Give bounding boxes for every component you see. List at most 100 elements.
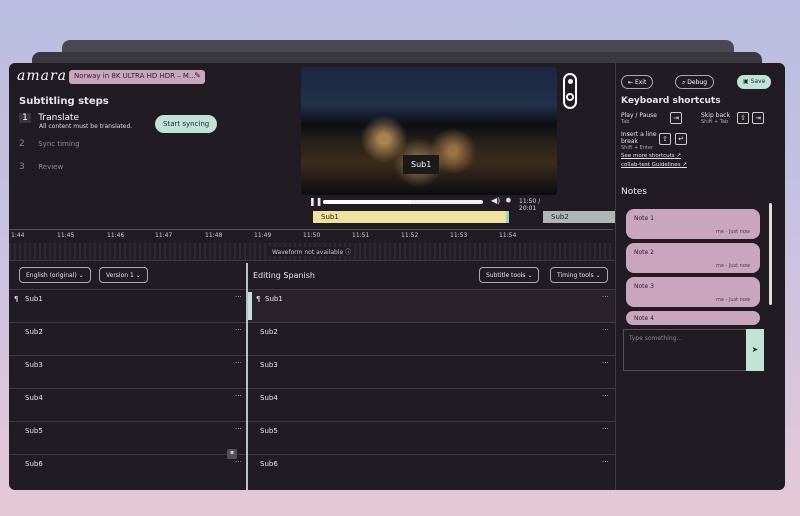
translation-row[interactable]: Sub5 ··· [248, 421, 615, 454]
shift-key-icon: ⇧ [659, 133, 671, 145]
step-label: Translate [38, 113, 80, 123]
scroll-handle-icon[interactable]: ▪ [227, 449, 237, 459]
more-icon[interactable]: ··· [235, 458, 242, 466]
original-row[interactable]: Sub6 ··· [9, 454, 246, 487]
more-icon[interactable]: ··· [602, 392, 609, 400]
timeline-subtitle-block[interactable]: Sub1 [313, 211, 509, 223]
step-description: All content must be translated. [39, 123, 133, 130]
pane-divider[interactable] [246, 263, 248, 490]
paragraph-icon: ¶ [256, 295, 261, 303]
note-card[interactable]: Note 1 me - Just now [626, 209, 760, 239]
original-row[interactable]: Sub5 ··· [9, 421, 246, 454]
step-sync-timing[interactable]: 2 Sync timing [19, 139, 80, 149]
timing-tools-dropdown[interactable]: Timing tools ⌄ [550, 267, 608, 283]
note-card[interactable]: Note 3 me - Just now [626, 277, 760, 307]
translation-row[interactable]: Sub4 ··· [248, 388, 615, 421]
step-number: 2 [19, 139, 25, 149]
row-text: Sub2 [25, 328, 43, 336]
note-card[interactable]: Note 2 me - Just now [626, 243, 760, 273]
video-title-pill[interactable]: Norway in 8K ULTRA HD HDR – M... ✎ [69, 70, 205, 84]
more-icon[interactable]: ··· [235, 293, 242, 301]
original-row[interactable]: Sub4 ··· [9, 388, 246, 421]
version-value: Version 1 [106, 272, 134, 279]
step-translate[interactable]: 1 Translate All content must be translat… [19, 113, 132, 130]
more-icon[interactable]: ··· [602, 458, 609, 466]
timeline-ruler[interactable]: 1:44 11:45 11:46 11:47 11:48 11:49 11:50… [9, 229, 613, 241]
send-icon[interactable]: ➤ [746, 329, 764, 371]
more-icon[interactable]: ··· [602, 425, 609, 433]
edit-icon: ✎ [194, 71, 201, 80]
row-input[interactable]: Sub6 [260, 460, 278, 468]
row-input[interactable]: Sub1 [265, 295, 283, 303]
editor-window: amara Norway in 8K ULTRA HD HDR – M... ✎… [9, 63, 785, 490]
video-caption: Sub1 [403, 155, 440, 174]
translation-row[interactable]: Sub6 ··· [248, 454, 615, 487]
translation-row[interactable]: ¶ Sub1 ··· [248, 289, 615, 322]
waveform: Waveform not available ⓘ [9, 243, 613, 261]
note-card[interactable]: Note 4 [626, 311, 760, 325]
video-player[interactable]: Sub1 [301, 67, 557, 195]
shortcut-label: Play / Pause [621, 112, 657, 119]
shortcut-label: Insert a line break [621, 131, 657, 145]
more-icon[interactable]: ··· [602, 359, 609, 367]
progress-bar[interactable] [323, 200, 483, 204]
guidelines-link[interactable]: collab-test Guidelines ↗ [621, 162, 687, 168]
more-icon[interactable]: ··· [235, 392, 242, 400]
note-meta: me - Just now [715, 297, 750, 303]
gear-icon[interactable]: ✹ [505, 196, 512, 205]
shortcut-line-break: Insert a line break Shift + Enter [621, 131, 661, 151]
timeline-subtitle-block[interactable]: Sub2 [543, 211, 615, 223]
ruler-tick: 1:44 [11, 232, 25, 239]
pause-icon[interactable]: ❚❚ [309, 197, 322, 206]
row-input[interactable]: Sub5 [260, 427, 278, 435]
ruler-tick: 11:51 [352, 232, 370, 239]
waveform-message: Waveform not available ⓘ [269, 247, 355, 256]
start-syncing-button[interactable]: Start syncing [155, 115, 218, 133]
ruler-tick: 11:50 [303, 232, 321, 239]
note-input[interactable]: Type something... [623, 329, 763, 371]
progress-fill [323, 200, 411, 204]
more-icon[interactable]: ··· [235, 425, 242, 433]
tab-key-icon: ⇥ [752, 112, 764, 124]
note-meta: me - Just now [715, 263, 750, 269]
row-input[interactable]: Sub2 [260, 328, 278, 336]
amara-logo: amara [17, 68, 68, 84]
more-shortcuts-link[interactable]: See more shortcuts ↗ [621, 153, 681, 159]
language-dropdown[interactable]: English (original) ⌄ [19, 267, 91, 283]
original-row[interactable]: Sub3 ··· [9, 355, 246, 388]
tab-key-icon: ⇥ [670, 112, 682, 124]
shortcut-label: Skip back [701, 112, 730, 119]
divider [9, 260, 615, 261]
ruler-tick: 11:53 [450, 232, 468, 239]
row-text: Sub5 [25, 427, 43, 435]
shortcut-key: Shift + Enter [621, 145, 654, 151]
timing-tools-label: Timing tools [557, 272, 594, 279]
row-input[interactable]: Sub4 [260, 394, 278, 402]
shift-key-icon: ⇧ [737, 112, 749, 124]
language-value: English (original) [26, 272, 77, 279]
layout-toggle[interactable] [563, 73, 577, 109]
note-meta: me - Just now [715, 229, 750, 235]
notes-scrollbar[interactable] [769, 203, 772, 305]
ruler-tick: 11:45 [57, 232, 75, 239]
version-dropdown[interactable]: Version 1 ⌄ [99, 267, 148, 283]
translation-row[interactable]: Sub2 ··· [248, 322, 615, 355]
original-row[interactable]: ¶ Sub1 ··· [9, 289, 246, 322]
row-text: Sub1 [25, 295, 43, 303]
subtitle-tools-dropdown[interactable]: Subtitle tools ⌄ [479, 267, 540, 283]
notes-title: Notes [621, 187, 647, 197]
step-number: 3 [19, 162, 25, 172]
step-review[interactable]: 3 Review [19, 162, 63, 172]
volume-icon[interactable]: ◀) [491, 196, 500, 205]
more-icon[interactable]: ··· [602, 326, 609, 334]
translation-row[interactable]: Sub3 ··· [248, 355, 615, 388]
more-icon[interactable]: ··· [235, 326, 242, 334]
more-icon[interactable]: ··· [602, 293, 609, 301]
more-icon[interactable]: ··· [235, 359, 242, 367]
row-input[interactable]: Sub3 [260, 361, 278, 369]
toggle-dot-icon [568, 79, 573, 84]
time-display: 11:50 / 20:01 [519, 198, 541, 212]
row-text: Sub3 [25, 361, 43, 369]
note-text: Note 3 [634, 283, 654, 290]
original-row[interactable]: Sub2 ··· [9, 322, 246, 355]
